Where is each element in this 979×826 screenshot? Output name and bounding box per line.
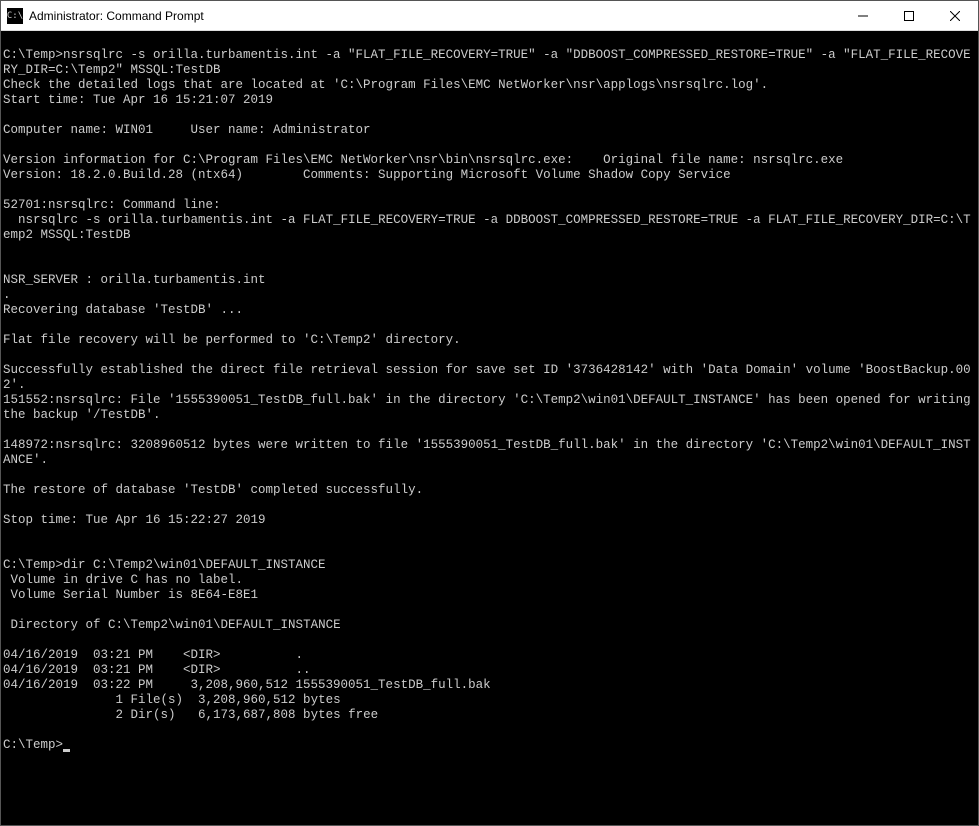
terminal-line: Flat file recovery will be performed to … [3,333,976,348]
window-title: Administrator: Command Prompt [29,9,840,23]
terminal-line [3,543,976,558]
terminal-line: 1 File(s) 3,208,960,512 bytes [3,693,976,708]
terminal-line [3,183,976,198]
command-prompt-window: C:\ Administrator: Command Prompt C:\Tem… [0,0,979,826]
terminal-line: NSR_SERVER : orilla.turbamentis.int [3,273,976,288]
terminal-output[interactable]: C:\Temp> nsrsqlrc -s orilla.turbamentis.i… [1,31,978,825]
terminal-line: C:\Temp>nsrsqlrc -s orilla.turbamentis.i… [3,48,976,78]
terminal-line [3,633,976,648]
terminal-line [3,108,976,123]
terminal-line: Start time: Tue Apr 16 15:21:07 2019 [3,93,976,108]
terminal-line: . [3,288,976,303]
cursor [63,749,70,752]
terminal-line [3,243,976,258]
terminal-line [3,498,976,513]
terminal-line: 04/16/2019 03:22 PM 3,208,960,512 155539… [3,678,976,693]
terminal-line [3,423,976,438]
terminal-line: 148972:nsrsqlrc: 3208960512 bytes were w… [3,438,976,468]
terminal-line: 151552:nsrsqlrc: File '1555390051_TestDB… [3,393,976,423]
terminal-line: The restore of database 'TestDB' complet… [3,483,976,498]
terminal-line: Stop time: Tue Apr 16 15:22:27 2019 [3,513,976,528]
terminal-line [3,258,976,273]
terminal-line [3,318,976,333]
terminal-line [3,468,976,483]
close-icon [950,11,960,21]
terminal-line: Version information for C:\Program Files… [3,153,976,168]
close-button[interactable] [932,1,978,30]
terminal-line: Check the detailed logs that are located… [3,78,976,93]
terminal-line: Successfully established the direct file… [3,363,976,393]
terminal-line: Version: 18.2.0.Build.28 (ntx64) Comment… [3,168,976,183]
terminal-line [3,348,976,363]
window-controls [840,1,978,30]
terminal-line: 04/16/2019 03:21 PM <DIR> . [3,648,976,663]
terminal-line [3,138,976,153]
terminal-line [3,723,976,738]
terminal-line: nsrsqlrc -s orilla.turbamentis.int -a FL… [3,213,976,243]
terminal-line: 2 Dir(s) 6,173,687,808 bytes free [3,708,976,723]
maximize-icon [904,11,914,21]
terminal-line [3,33,976,48]
terminal-line: C:\Temp>dir C:\Temp2\win01\DEFAULT_INSTA… [3,558,976,573]
terminal-line: 52701:nsrsqlrc: Command line: [3,198,976,213]
cmd-icon: C:\ [7,8,23,24]
titlebar[interactable]: C:\ Administrator: Command Prompt [1,1,978,31]
minimize-button[interactable] [840,1,886,30]
terminal-line [3,603,976,618]
minimize-icon [858,11,868,21]
terminal-line: 04/16/2019 03:21 PM <DIR> .. [3,663,976,678]
terminal-line: Directory of C:\Temp2\win01\DEFAULT_INST… [3,618,976,633]
terminal-line [3,528,976,543]
terminal-line: Recovering database 'TestDB' ... [3,303,976,318]
terminal-line: Volume Serial Number is 8E64-E8E1 [3,588,976,603]
terminal-line: Volume in drive C has no label. [3,573,976,588]
maximize-button[interactable] [886,1,932,30]
terminal-line: C:\Temp> [3,738,976,753]
terminal-line: Computer name: WIN01 User name: Administ… [3,123,976,138]
